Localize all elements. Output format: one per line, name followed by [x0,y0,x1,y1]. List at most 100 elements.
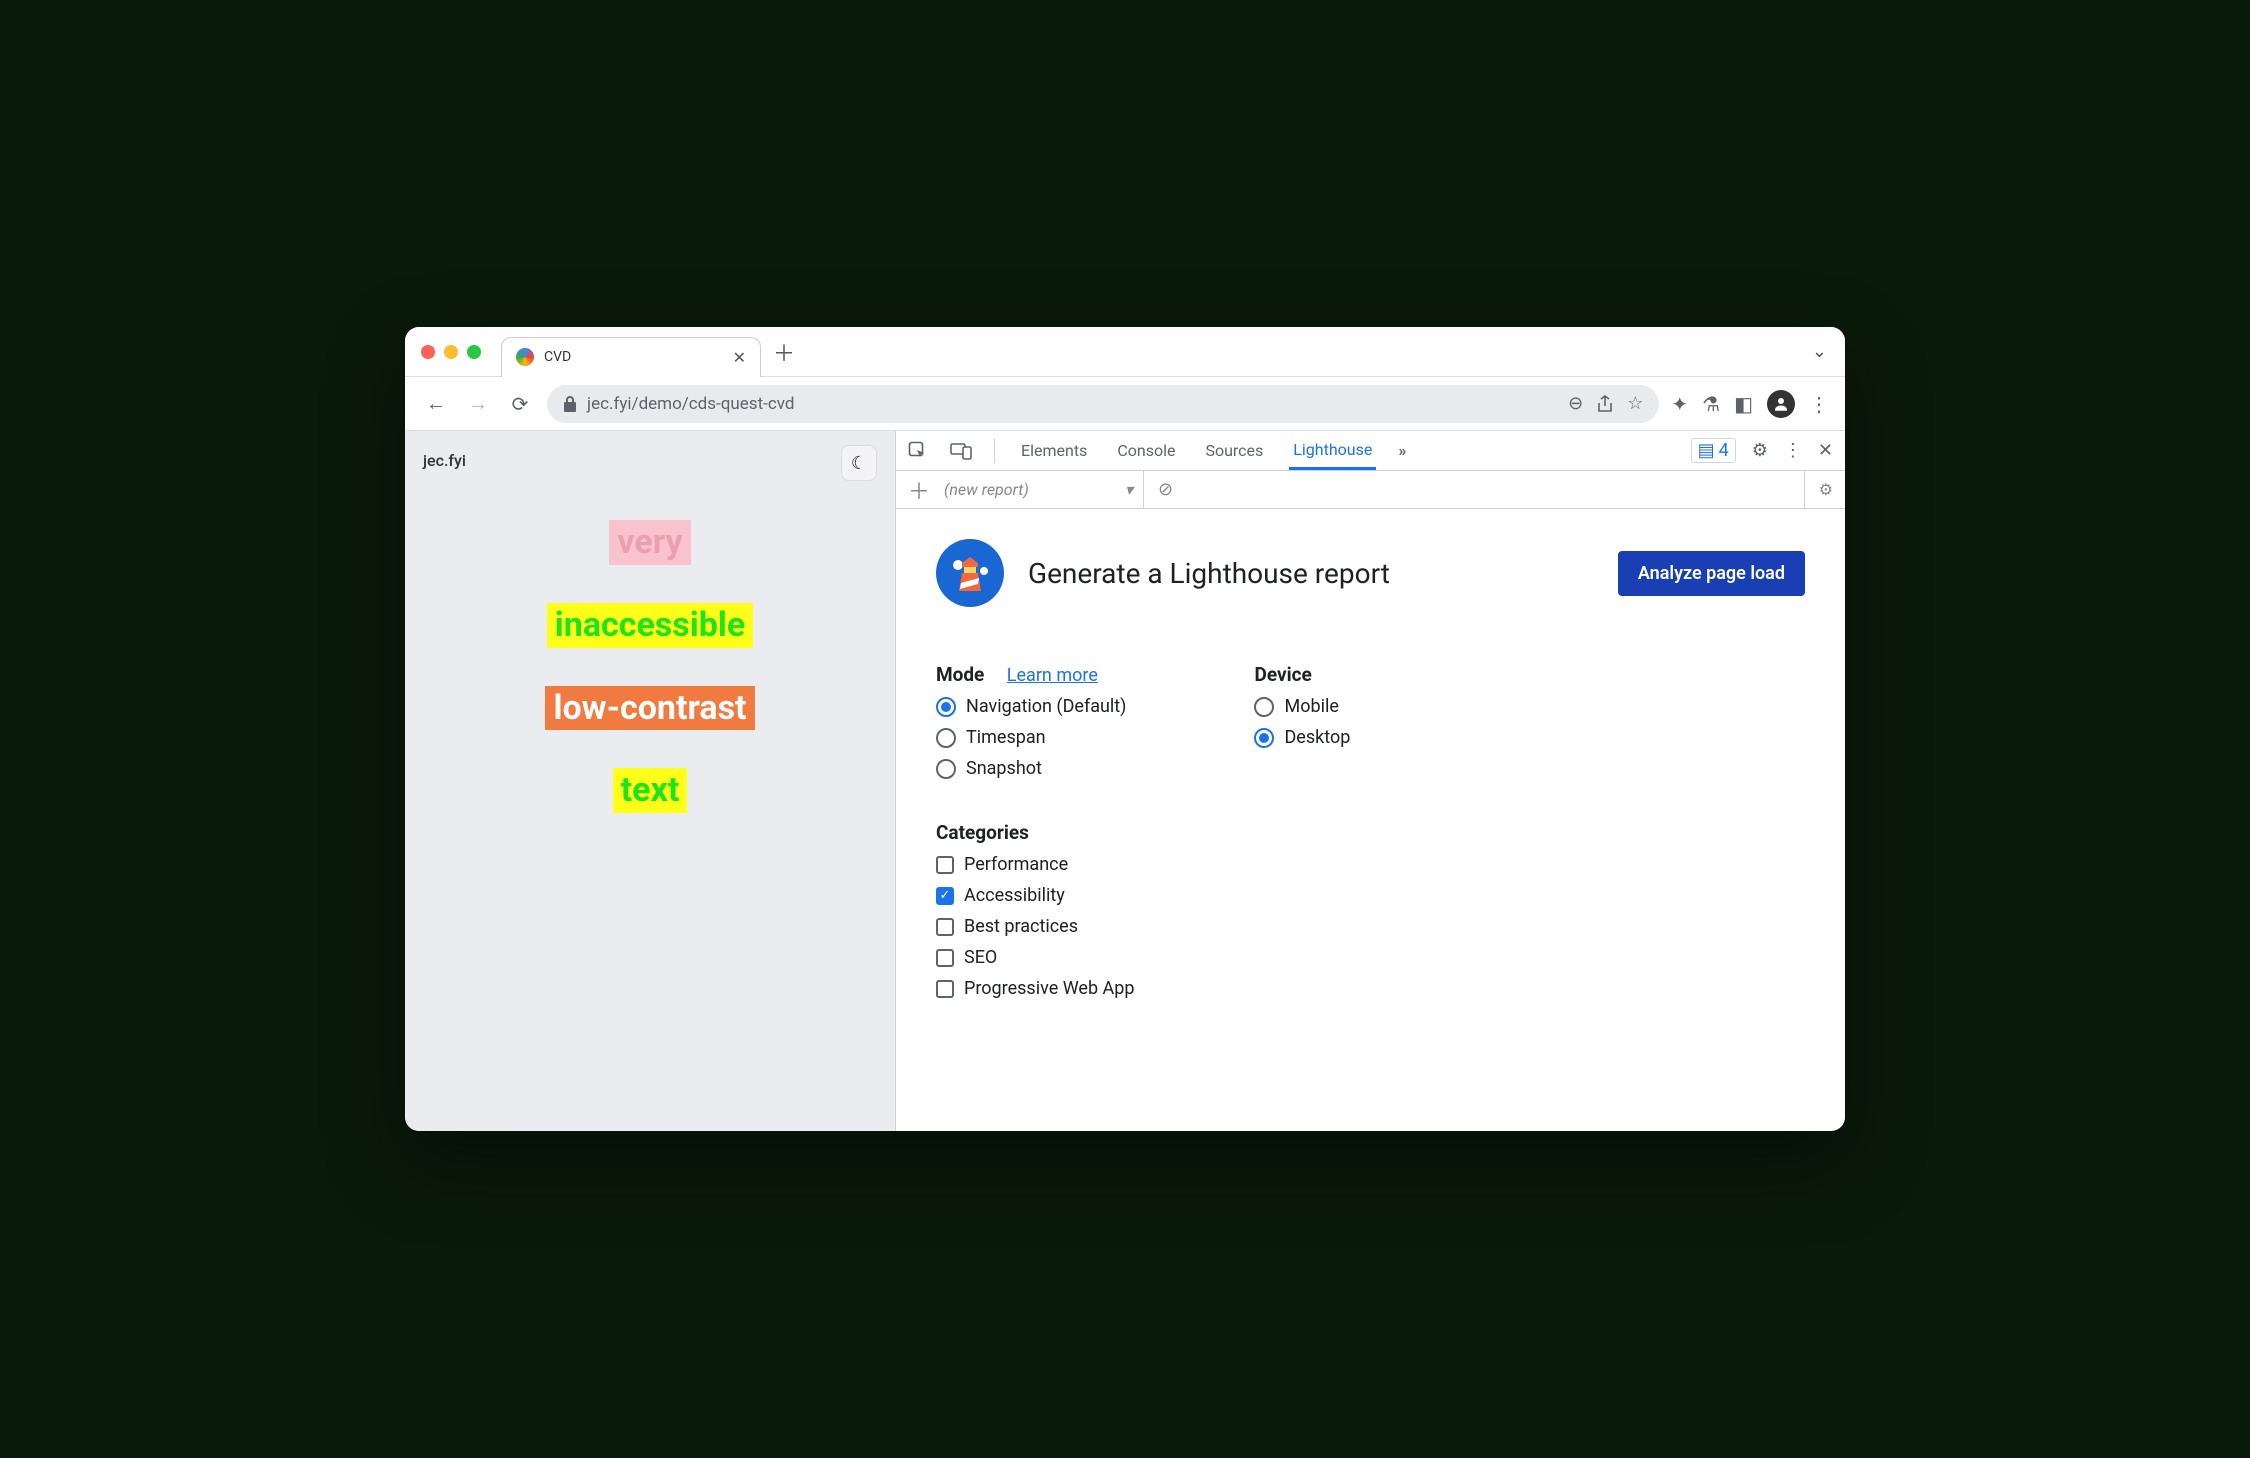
category-option[interactable]: Best practices [936,916,1134,937]
category-option[interactable]: Progressive Web App [936,978,1134,999]
zoom-out-icon[interactable]: ⊖ [1568,393,1583,414]
devtools-tab-lighthouse[interactable]: Lighthouse [1289,431,1376,470]
device-option[interactable]: Mobile [1254,696,1350,717]
titlebar: CVD ✕ ＋ ⌄ [405,327,1845,377]
device-label: Device [1254,663,1311,686]
share-icon[interactable] [1597,395,1613,413]
body-split: jec.fyi ☾ very inaccessible low-contrast… [405,431,1845,1131]
lighthouse-logo-icon [936,539,1004,607]
analyze-page-load-button[interactable]: Analyze page load [1618,551,1805,596]
category-label: Accessibility [964,885,1065,906]
back-button[interactable]: ← [421,389,451,419]
demo-word: very [609,520,690,565]
devtools-settings-icon[interactable]: ⚙ [1752,440,1768,461]
device-toggle-icon[interactable] [950,442,972,460]
lighthouse-subbar: ＋ (new report) ▾ ⊘ ⚙ [896,471,1845,509]
more-tabs-icon[interactable]: » [1398,441,1406,460]
issues-count: 4 [1719,440,1729,461]
category-label: Best practices [964,916,1078,937]
traffic-lights [421,345,481,359]
radio-icon [936,728,956,748]
profile-avatar[interactable] [1767,390,1795,418]
lighthouse-title: Generate a Lighthouse report [1028,557,1594,590]
forward-button[interactable]: → [463,389,493,419]
checkbox-icon [936,856,954,874]
mode-option[interactable]: Snapshot [936,758,1134,779]
report-selector-label: (new report) [944,480,1029,499]
device-option-label: Mobile [1284,696,1338,717]
devtools-tabbar: Elements Console Sources Lighthouse » ▤ … [896,431,1845,471]
lighthouse-header: Generate a Lighthouse report Analyze pag… [936,539,1805,607]
add-report-button[interactable]: ＋ [908,474,930,506]
tab-title: CVD [544,349,571,365]
tab-close-button[interactable]: ✕ [733,348,746,367]
devtools-panel: Elements Console Sources Lighthouse » ▤ … [895,431,1845,1131]
mode-column: Mode Learn more Navigation (Default) Tim… [936,663,1134,999]
address-bar[interactable]: jec.fyi/demo/cds-quest-cvd ⊖ ☆ [547,385,1659,423]
tab-favicon-icon [516,348,534,366]
device-option-label: Desktop [1284,727,1350,748]
lighthouse-body: Generate a Lighthouse report Analyze pag… [896,509,1845,1029]
lock-icon [563,396,577,412]
mode-label: Mode [936,663,984,686]
checkbox-icon [936,949,954,967]
checkbox-icon [936,918,954,936]
browser-tab[interactable]: CVD ✕ [501,337,761,377]
tabs-dropdown-button[interactable]: ⌄ [1812,341,1827,362]
url-text: jec.fyi/demo/cds-quest-cvd [587,394,794,414]
category-option[interactable]: SEO [936,947,1134,968]
moon-icon: ☾ [851,453,867,474]
radio-icon [1254,728,1274,748]
theme-toggle-button[interactable]: ☾ [841,445,877,481]
category-label: Performance [964,854,1068,875]
window-close-button[interactable] [421,345,435,359]
dropdown-icon: ▾ [1125,480,1133,499]
devtools-tab-sources[interactable]: Sources [1201,431,1267,470]
page-brand: jec.fyi [423,451,877,470]
toolbar-right: ✦ ⚗ ◧ ⋮ [1671,390,1829,418]
learn-more-link[interactable]: Learn more [1007,665,1098,686]
category-option[interactable]: Accessibility [936,885,1134,906]
radio-icon [936,759,956,779]
demo-text-stack: very inaccessible low-contrast text [423,520,877,813]
browser-toolbar: ← → ⟳ jec.fyi/demo/cds-quest-cvd ⊖ ☆ ✦ ⚗… [405,377,1845,431]
mode-option[interactable]: Navigation (Default) [936,696,1134,717]
lighthouse-settings-icon[interactable]: ⚙ [1804,471,1833,508]
device-option[interactable]: Desktop [1254,727,1350,748]
bookmark-star-icon[interactable]: ☆ [1627,393,1643,414]
labs-icon[interactable]: ⚗ [1702,392,1720,416]
inspect-element-icon[interactable] [908,441,928,461]
mode-option-label: Timespan [966,727,1046,748]
browser-window: CVD ✕ ＋ ⌄ ← → ⟳ jec.fyi/demo/cds-quest-c… [405,327,1845,1131]
devtools-tab-elements[interactable]: Elements [1017,431,1091,470]
new-tab-button[interactable]: ＋ [773,336,795,368]
category-label: SEO [964,947,997,968]
category-label: Progressive Web App [964,978,1134,999]
device-column: Device Mobile Desktop [1254,663,1350,999]
demo-word: text [613,768,688,813]
extensions-icon[interactable]: ✦ [1671,392,1688,416]
reload-button[interactable]: ⟳ [505,389,535,419]
page-viewport: jec.fyi ☾ very inaccessible low-contrast… [405,431,895,1131]
clear-button[interactable]: ⊘ [1158,479,1173,500]
window-minimize-button[interactable] [444,345,458,359]
devtools-close-icon[interactable]: ✕ [1818,440,1833,461]
checkbox-icon [936,887,954,905]
issues-badge[interactable]: ▤ 4 [1691,438,1736,463]
devtools-tab-console[interactable]: Console [1113,431,1179,470]
issues-icon: ▤ [1698,440,1715,461]
sidepanel-icon[interactable]: ◧ [1734,392,1753,416]
devtools-menu-icon[interactable]: ⋮ [1784,440,1802,461]
demo-word: low-contrast [545,686,754,731]
mode-option-label: Snapshot [966,758,1042,779]
lighthouse-options: Mode Learn more Navigation (Default) Tim… [936,663,1805,999]
mode-option[interactable]: Timespan [936,727,1134,748]
chrome-menu-button[interactable]: ⋮ [1809,392,1829,416]
report-selector[interactable]: (new report) ▾ [944,471,1144,508]
window-zoom-button[interactable] [467,345,481,359]
radio-icon [936,697,956,717]
demo-word: inaccessible [547,603,753,648]
checkbox-icon [936,980,954,998]
category-option[interactable]: Performance [936,854,1134,875]
mode-option-label: Navigation (Default) [966,696,1126,717]
